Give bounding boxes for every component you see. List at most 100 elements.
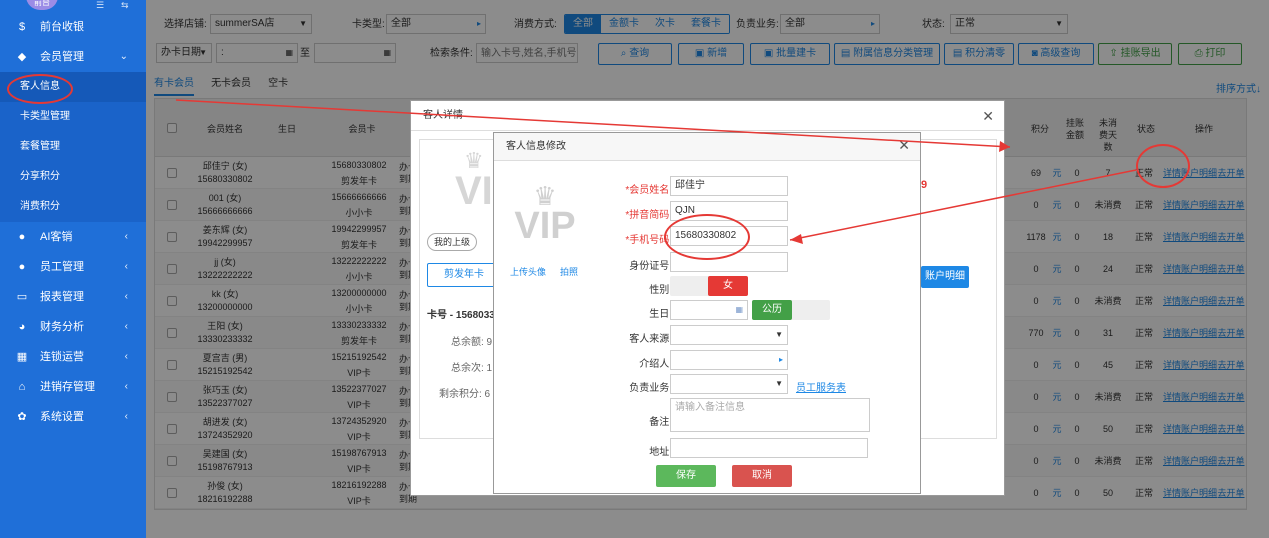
upload-avatar-link[interactable]: 上传头像 — [510, 265, 546, 278]
chevron-down-icon: ⌄ — [119, 51, 128, 62]
chevron-left-icon: ‹ — [124, 261, 128, 272]
owner-field-label: 负责业务: — [629, 383, 672, 394]
chevron-left-icon: ‹ — [124, 291, 128, 302]
note-label: 备注: — [649, 417, 672, 428]
sidebar-item-label: 报表管理 — [40, 291, 84, 303]
gear-icon: ✿ — [17, 411, 27, 423]
sidebar-item-staff[interactable]: ● 员工管理 ‹ — [0, 252, 146, 282]
chevron-left-icon: ‹ — [124, 231, 128, 242]
detail-modal-header: 客人详情 ✕ — [411, 101, 1004, 131]
dollar-icon: $ — [18, 21, 26, 33]
user-icon: ● — [18, 261, 26, 273]
sidebar-item-label: 进销存管理 — [40, 381, 95, 393]
referrer-label: 介绍人: — [639, 359, 672, 370]
sidebar-item-cashier[interactable]: $ 前台收银 — [0, 12, 146, 42]
building-icon: ▦ — [16, 351, 28, 363]
caret-down-icon: ▼ — [775, 330, 783, 339]
close-icon[interactable]: ✕ — [982, 101, 994, 131]
chevron-left-icon: ‹ — [124, 351, 128, 362]
detail-card-no: 卡号 - 1568033 — [427, 310, 495, 321]
crown-icon: ♛ — [533, 181, 557, 211]
source-select[interactable]: ▼ — [670, 325, 788, 345]
chevron-left-icon: ‹ — [124, 411, 128, 422]
home-icon: ⌂ — [18, 381, 26, 393]
detail-modal-title: 客人详情 — [423, 110, 463, 121]
crown-icon: ♛ — [464, 148, 484, 173]
sidebar-item-label: 连锁运营 — [40, 351, 84, 363]
annotation-circle-sidebar — [7, 74, 73, 104]
take-photo-link[interactable]: 拍照 — [560, 265, 578, 278]
annotation-circle-phone — [664, 214, 750, 260]
monitor-icon: ▭ — [16, 291, 28, 303]
sidebar-item-inventory[interactable]: ⌂ 进销存管理 ‹ — [0, 372, 146, 402]
haircut-card-label: 剪发年卡 — [444, 269, 484, 280]
sidebar-item-reports[interactable]: ▭ 报表管理 ‹ — [0, 282, 146, 312]
save-button[interactable]: 保存 — [656, 465, 716, 487]
edit-modal-title: 客人信息修改 — [506, 141, 566, 152]
sidebar-item-label: 会员管理 — [40, 51, 84, 63]
sidebar-subitem-card-types[interactable]: 卡类型管理 — [0, 102, 146, 132]
address-input[interactable] — [670, 438, 868, 458]
sidebar-item-label: 前台收银 — [40, 21, 84, 33]
referrer-input[interactable]: ▸ — [670, 350, 788, 370]
birthday-input[interactable]: ▦ — [670, 300, 748, 320]
detail-vip-logo: ♛ VI — [455, 148, 493, 214]
owner-field-select[interactable]: ▼ — [670, 374, 788, 394]
id-label: 身份证号: — [629, 261, 672, 272]
pointer-icon: ▸ — [778, 355, 783, 364]
sidebar-item-finance[interactable]: ◕ 财务分析 ‹ — [0, 312, 146, 342]
address-label: 地址: — [649, 447, 672, 458]
name-label: *会员姓名: — [625, 185, 672, 196]
calendar-icon: ▦ — [735, 305, 743, 314]
detail-red-digit: 9 — [921, 179, 928, 191]
sidebar-top: 前台 ☰ ⇆ — [0, 0, 146, 12]
diamond-icon: ◆ — [17, 51, 27, 63]
detail-vip-text: VI — [455, 169, 493, 213]
note-textarea[interactable]: 请输入备注信息 — [670, 398, 870, 432]
my-superior-button[interactable]: 我的上级 — [427, 233, 478, 251]
gender-label: 性别: — [649, 285, 672, 296]
haircut-card-button[interactable]: 剪发年卡 — [427, 263, 501, 287]
annotation-circle-details — [1136, 144, 1190, 188]
my-superior-label: 我的上级 — [434, 237, 471, 247]
birthday-label: 生日: — [649, 309, 672, 320]
sidebar-item-label: 财务分析 — [40, 321, 84, 333]
sidebar-subitem-share-points[interactable]: 分享积分 — [0, 162, 146, 192]
sidebar-item-label: AI客销 — [40, 231, 73, 243]
detail-times: 总余次: 1 — [451, 363, 493, 374]
sidebar-item-settings[interactable]: ✿ 系统设置 ‹ — [0, 402, 146, 432]
account-detail-label: 账户明细 — [925, 271, 965, 282]
edit-vip-text: VIP — [514, 205, 576, 247]
account-detail-button[interactable]: 账户明细 — [921, 266, 969, 288]
name-input[interactable]: 邱佳宁 — [670, 176, 788, 196]
user-icon: ● — [18, 231, 26, 243]
gender-toggle[interactable]: 女 — [670, 276, 748, 296]
cancel-button[interactable]: 取消 — [732, 465, 792, 487]
chevron-left-icon: ‹ — [124, 321, 128, 332]
source-label: 客人来源: — [629, 334, 672, 345]
sidebar-item-ai[interactable]: ● AI客销 ‹ — [0, 222, 146, 252]
sidebar-item-label: 员工管理 — [40, 261, 84, 273]
caret-down-icon: ▼ — [775, 379, 783, 388]
close-icon[interactable]: ✕ — [898, 131, 910, 159]
arrow-icon[interactable]: ⇆ — [121, 0, 129, 11]
pinyin-label: *拼音简码: — [625, 210, 672, 221]
calendar-type-toggle[interactable]: 公历 — [752, 300, 830, 320]
gender-value: 女 — [708, 276, 748, 296]
sidebar-item-members[interactable]: ◆ 会员管理 ⌄ — [0, 42, 146, 72]
sidebar-item-label: 系统设置 — [40, 411, 84, 423]
calendar-type-value: 公历 — [752, 300, 792, 320]
customer-edit-modal: 客人信息修改 ✕ ♛ VIP 上传头像 拍照 *会员姓名: 邱佳宁 *拼音简码: Q… — [493, 132, 921, 494]
sidebar-item-chain[interactable]: ▦ 连锁运营 ‹ — [0, 342, 146, 372]
detail-points: 剩余积分: 6 — [439, 389, 491, 400]
edit-modal-header: 客人信息修改 ✕ — [494, 133, 920, 161]
detail-balance: 总余额: 9 — [451, 337, 493, 348]
chevron-left-icon: ‹ — [124, 381, 128, 392]
sidebar-subitem-packages[interactable]: 套餐管理 — [0, 132, 146, 162]
sidebar-subitem-consume-points[interactable]: 消费积分 — [0, 192, 146, 222]
staff-service-link[interactable]: 员工服务表 — [796, 379, 846, 394]
store-badge: 前台 — [26, 0, 58, 10]
pie-icon: ◕ — [18, 321, 26, 333]
menu-icon[interactable]: ☰ — [96, 0, 104, 11]
phone-label: *手机号码: — [625, 235, 672, 246]
